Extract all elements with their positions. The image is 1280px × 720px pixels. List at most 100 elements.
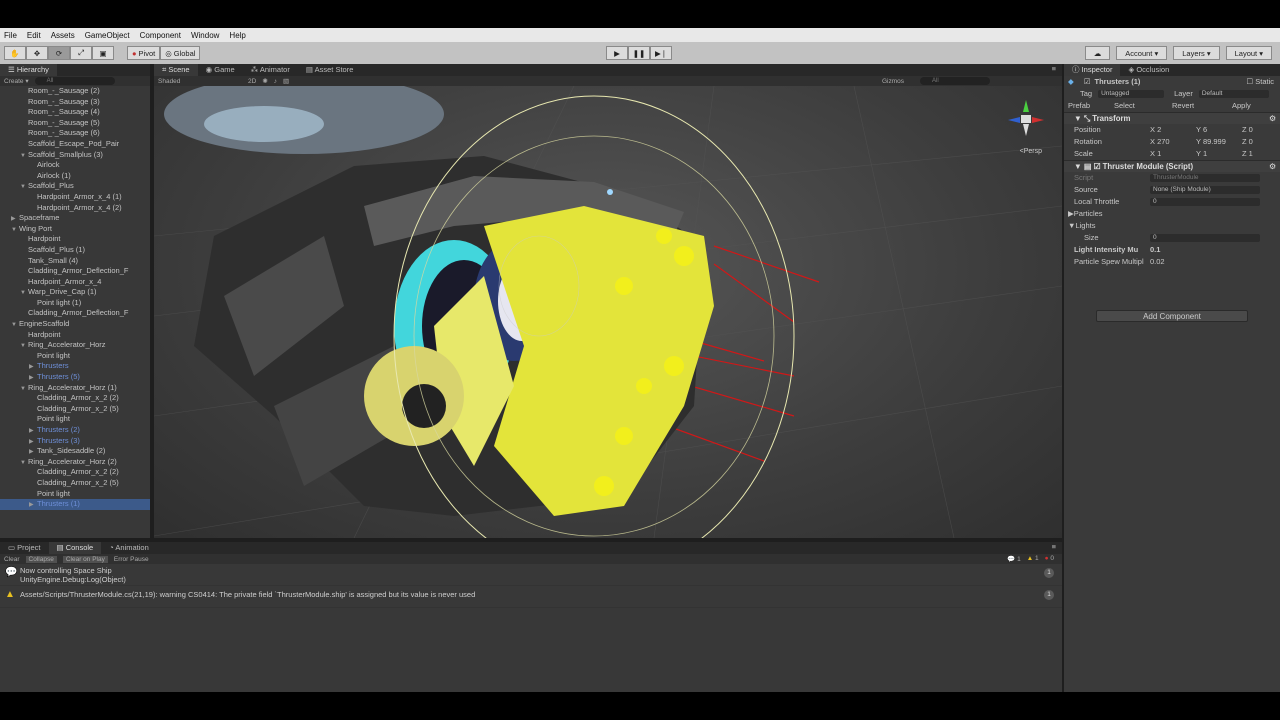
panel-menu-icon[interactable]: ≡	[1052, 64, 1056, 73]
layers-dropdown[interactable]: Layers ▾	[1173, 46, 1220, 60]
cloud-button[interactable]: ☁	[1084, 46, 1111, 60]
move-tool-button[interactable]: ✥	[26, 46, 48, 60]
hierarchy-item[interactable]: ▼ Scaffold_Smallplus (3)	[0, 150, 150, 161]
layer-dropdown[interactable]: Default	[1198, 90, 1269, 98]
hierarchy-item[interactable]: ▶ Tank_Sidesaddle (2)	[0, 446, 150, 457]
position-z-field[interactable]: Z 0	[1242, 124, 1280, 136]
log-entry-info[interactable]: 💬 Now controlling Space Ship UnityEngine…	[0, 564, 1062, 586]
global-button[interactable]: ◎ Global	[160, 46, 201, 60]
position-y-field[interactable]: Y 6	[1196, 124, 1234, 136]
hierarchy-item[interactable]: Cladding_Armor_Deflection_F	[0, 266, 150, 277]
create-dropdown[interactable]: Create ▾	[4, 77, 29, 85]
scene-viewport[interactable]: <Persp	[154, 86, 1062, 538]
hierarchy-item[interactable]: Point light	[0, 414, 150, 425]
position-x-field[interactable]: X 2	[1150, 124, 1188, 136]
lights-row[interactable]: ▼ Lights	[1064, 220, 1280, 232]
tab-hierarchy[interactable]: ☰ Hierarchy	[0, 64, 57, 76]
error-filter-toggle[interactable]: ● 0	[1045, 555, 1054, 563]
hierarchy-item[interactable]: Hardpoint_Armor_x_4 (2)	[0, 203, 150, 214]
static-toggle[interactable]: ☐ Static	[1246, 76, 1274, 88]
scale-y-field[interactable]: Y 1	[1196, 148, 1234, 160]
prefab-apply-button[interactable]: Apply	[1232, 100, 1251, 112]
hierarchy-item[interactable]: ▼ Ring_Accelerator_Horz (1)	[0, 383, 150, 394]
size-field[interactable]: 0	[1150, 234, 1260, 242]
pause-button[interactable]: ❚❚	[628, 46, 650, 60]
clear-on-play-toggle[interactable]: Clear on Play	[62, 555, 108, 563]
active-checkbox[interactable]: ☑	[1084, 76, 1091, 88]
scale-x-field[interactable]: X 1	[1150, 148, 1188, 160]
hierarchy-item[interactable]: Point light	[0, 351, 150, 362]
hierarchy-item[interactable]: Scaffold_Plus (1)	[0, 245, 150, 256]
rotation-x-field[interactable]: X 270	[1150, 136, 1188, 148]
tab-scene[interactable]: ⌗ Scene	[154, 64, 198, 76]
transform-header[interactable]: ▼ ⤡ Transform ⚙	[1064, 112, 1280, 124]
menu-edit[interactable]: Edit	[27, 31, 41, 40]
log-entry-warning[interactable]: ▲ Assets/Scripts/ThrusterModule.cs(21,19…	[0, 586, 1062, 608]
hierarchy-item[interactable]: ▼ Ring_Accelerator_Horz	[0, 340, 150, 351]
shading-dropdown[interactable]: Shaded	[158, 78, 218, 85]
hierarchy-item[interactable]: Point light	[0, 489, 150, 500]
hierarchy-item[interactable]: Airlock	[0, 160, 150, 171]
menu-gameobject[interactable]: GameObject	[85, 31, 130, 40]
hierarchy-item[interactable]: Airlock (1)	[0, 171, 150, 182]
collapse-toggle[interactable]: Collapse	[25, 555, 57, 563]
particle-spew-field[interactable]: 0.02	[1150, 256, 1165, 268]
hierarchy-item[interactable]: ▼ EngineScaffold	[0, 319, 150, 330]
menu-assets[interactable]: Assets	[51, 31, 75, 40]
hierarchy-item[interactable]: Room_-_Sausage (4)	[0, 107, 150, 118]
hierarchy-item[interactable]: ▼ Warp_Drive_Cap (1)	[0, 287, 150, 298]
rect-tool-button[interactable]: ▣	[92, 46, 114, 60]
hierarchy-item[interactable]: Room_-_Sausage (2)	[0, 86, 150, 97]
rotation-y-field[interactable]: Y 89.999	[1196, 136, 1234, 148]
hierarchy-item[interactable]: ▶ Thrusters (3)	[0, 436, 150, 447]
hierarchy-item[interactable]: ▼ Scaffold_Plus	[0, 181, 150, 192]
hierarchy-item[interactable]: Scaffold_Escape_Pod_Pair	[0, 139, 150, 150]
inspector-splitter[interactable]	[1062, 64, 1064, 692]
foldout-arrow-icon[interactable]: ▶	[29, 500, 37, 511]
warning-filter-toggle[interactable]: ▲ 1	[1027, 555, 1039, 563]
scale-tool-button[interactable]: ⤢	[70, 46, 92, 60]
throttle-field[interactable]: 0	[1150, 198, 1260, 206]
hierarchy-item[interactable]: Cladding_Armor_x_2 (5)	[0, 478, 150, 489]
orientation-gizmo[interactable]	[1006, 98, 1046, 138]
menu-file[interactable]: File	[4, 31, 17, 40]
account-dropdown[interactable]: Account ▾	[1116, 46, 1168, 60]
particles-row[interactable]: ▶ Particles	[1064, 208, 1280, 220]
hierarchy-item[interactable]: Cladding_Armor_x_2 (2)	[0, 393, 150, 404]
menu-help[interactable]: Help	[229, 31, 245, 40]
gizmos-dropdown[interactable]: Gizmos	[882, 78, 904, 85]
tab-project[interactable]: ▭ Project	[0, 542, 49, 554]
pivot-button[interactable]: ● Pivot	[127, 46, 161, 60]
2d-toggle[interactable]: 2D	[248, 78, 256, 85]
audio-toggle-icon[interactable]: ♪	[274, 78, 277, 85]
panel-menu-icon[interactable]: ≡	[1052, 542, 1056, 551]
play-button[interactable]: ▶	[606, 46, 628, 60]
source-field[interactable]: None (Ship Module)	[1150, 186, 1260, 194]
tab-animator[interactable]: ⁂ Animator	[243, 64, 298, 76]
hierarchy-item[interactable]: Tank_Small (4)	[0, 256, 150, 267]
tab-inspector[interactable]: ⓘ Inspector	[1064, 64, 1121, 76]
hierarchy-item[interactable]: ▼ Ring_Accelerator_Horz (2)	[0, 457, 150, 468]
tab-animation[interactable]: ◔ Animation	[101, 542, 157, 554]
info-filter-toggle[interactable]: 💬 1	[1007, 555, 1021, 563]
add-component-button[interactable]: Add Component	[1096, 310, 1248, 322]
tab-console[interactable]: ▤ Console	[48, 542, 102, 554]
hierarchy-item[interactable]: Room_-_Sausage (3)	[0, 97, 150, 108]
hierarchy-item[interactable]: ▶ Thrusters (1)	[0, 499, 150, 510]
hierarchy-item[interactable]: ▶ Thrusters (5)	[0, 372, 150, 383]
hierarchy-item[interactable]: Room_-_Sausage (6)	[0, 128, 150, 139]
scene-search-input[interactable]: All	[920, 77, 990, 85]
tab-game[interactable]: ◉ Game	[198, 64, 243, 76]
prefab-revert-button[interactable]: Revert	[1172, 100, 1232, 112]
projection-label[interactable]: <Persp	[1020, 148, 1042, 155]
menu-component[interactable]: Component	[140, 31, 181, 40]
object-name-field[interactable]: Thrusters (1)	[1095, 76, 1141, 88]
tab-occlusion[interactable]: ◈ Occlusion	[1120, 64, 1177, 76]
lighting-toggle-icon[interactable]: ✺	[262, 77, 267, 85]
step-button[interactable]: ▶❘	[650, 46, 672, 60]
script-component-header[interactable]: ▼ ▤ ☑ Thruster Module (Script) ⚙	[1064, 160, 1280, 172]
tag-dropdown[interactable]: Untagged	[1098, 90, 1165, 98]
light-intensity-field[interactable]: 0.1	[1150, 244, 1160, 256]
hierarchy-item[interactable]: Cladding_Armor_x_2 (5)	[0, 404, 150, 415]
hierarchy-item[interactable]: ▶ Spaceframe	[0, 213, 150, 224]
